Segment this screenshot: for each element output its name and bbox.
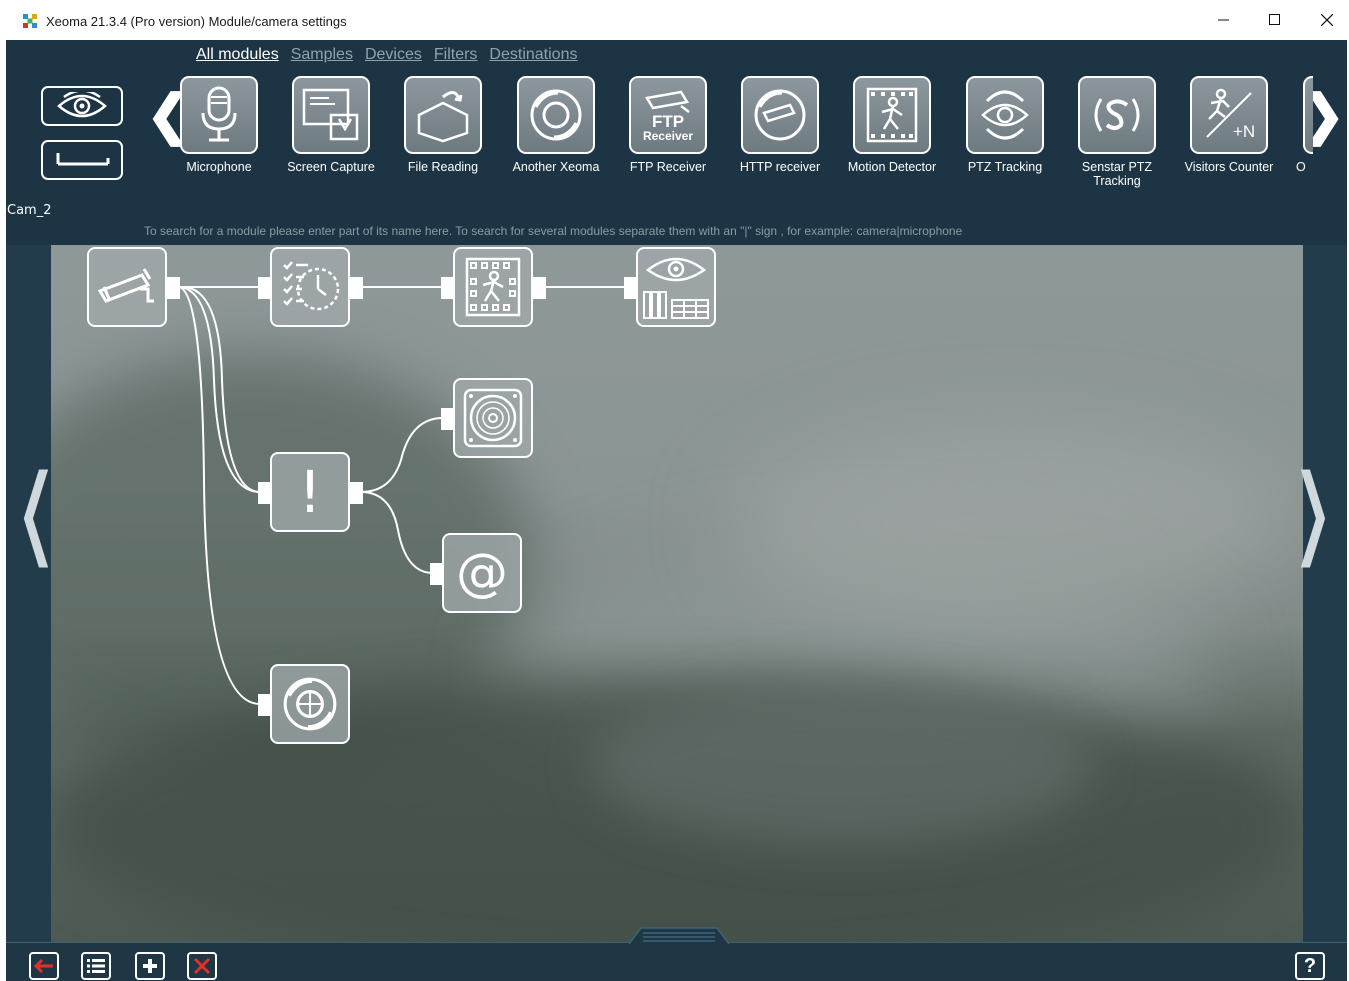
input-port[interactable] bbox=[258, 277, 271, 299]
delete-icon bbox=[193, 957, 211, 975]
maximize-button[interactable] bbox=[1250, 0, 1300, 40]
output-port[interactable] bbox=[167, 277, 180, 299]
scheduler-icon bbox=[283, 261, 340, 311]
add-button[interactable] bbox=[135, 952, 165, 980]
another-xeoma-icon bbox=[283, 677, 337, 731]
list-button[interactable] bbox=[81, 952, 111, 980]
module-chain-connections bbox=[177, 286, 626, 705]
input-port[interactable] bbox=[258, 482, 271, 504]
close-button[interactable] bbox=[1302, 0, 1349, 40]
input-port[interactable] bbox=[258, 694, 271, 716]
help-button[interactable]: ? bbox=[1295, 952, 1325, 980]
back-arrow-button[interactable] bbox=[29, 952, 59, 980]
plus-icon bbox=[143, 959, 157, 973]
minimize-button[interactable] bbox=[1199, 0, 1249, 40]
problems-detector-node[interactable]: ! bbox=[258, 452, 363, 532]
speaker-icon bbox=[463, 388, 523, 448]
preview-archive-node[interactable] bbox=[624, 247, 716, 327]
back-arrow-icon bbox=[33, 958, 53, 974]
output-port[interactable] bbox=[350, 277, 363, 299]
xeoma-logo-icon bbox=[23, 14, 37, 28]
sound-alarm-node[interactable] bbox=[441, 378, 533, 458]
motion-detector-icon bbox=[465, 257, 521, 317]
camera-icon bbox=[97, 268, 154, 303]
panel-handle-icon[interactable] bbox=[629, 926, 729, 944]
preview-archive-icon bbox=[643, 257, 709, 319]
input-port[interactable] bbox=[430, 563, 443, 585]
scheduler-node[interactable] bbox=[258, 247, 363, 327]
output-port[interactable] bbox=[533, 277, 546, 299]
camera-node[interactable] bbox=[87, 247, 180, 327]
input-port[interactable] bbox=[441, 277, 454, 299]
input-port[interactable] bbox=[624, 277, 637, 299]
at-sign-icon: @ bbox=[456, 543, 508, 603]
title-bar: Xeoma 21.3.4 (Pro version) Module/camera… bbox=[0, 0, 1349, 40]
output-port[interactable] bbox=[350, 482, 363, 504]
motion-detector-node[interactable] bbox=[441, 247, 546, 327]
app-window: ⟨ ⟩ All modules Samples Devices Filters … bbox=[6, 40, 1347, 981]
exclamation-icon: ! bbox=[298, 458, 322, 526]
window-title: Xeoma 21.3.4 (Pro version) Module/camera… bbox=[46, 14, 347, 29]
another-xeoma-node[interactable] bbox=[258, 664, 350, 744]
delete-button[interactable] bbox=[187, 952, 217, 980]
list-icon bbox=[87, 959, 105, 973]
email-node[interactable]: @ bbox=[430, 533, 522, 613]
input-port[interactable] bbox=[441, 408, 454, 430]
